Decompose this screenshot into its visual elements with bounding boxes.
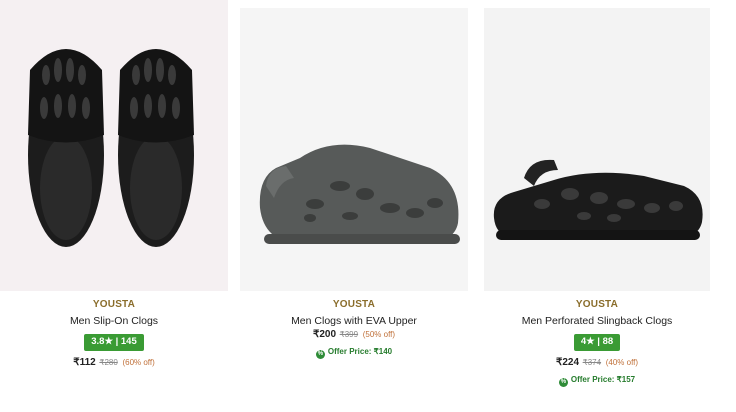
brand-name: YOUSTA — [92, 299, 136, 310]
price: ₹112 — [73, 357, 96, 368]
discount: (50% off) — [362, 330, 396, 339]
rating-badge[interactable]: 4★ | 88 — [573, 334, 621, 351]
brand-name: YOUSTA — [575, 299, 619, 310]
offer-price: Offer Price: ₹157 — [570, 375, 636, 384]
product-card[interactable]: YOUSTA Men Clogs with EVA Upper ₹200 ₹39… — [240, 0, 468, 412]
offer-tag-icon: % — [558, 378, 568, 387]
product-photo-icon — [493, 159, 703, 240]
product-photo-icon — [28, 49, 194, 247]
price-row: ₹224 ₹374 (40% off) — [484, 357, 710, 369]
product-image[interactable] — [484, 8, 710, 291]
offer-price-row: % Offer Price: ₹140 — [240, 346, 468, 359]
product-name[interactable]: Men Slip-On Clogs — [0, 315, 228, 328]
product-card[interactable]: YOUSTA Men Slip-On Clogs 3.8★ | 145 ₹112… — [0, 0, 228, 412]
price-row: ₹112 ₹280 (60% off) — [0, 357, 228, 369]
brand-name: YOUSTA — [332, 299, 376, 310]
mrp: ₹399 — [339, 330, 359, 339]
rating-badge[interactable]: 3.8★ | 145 — [84, 334, 144, 351]
offer-tag-icon: % — [315, 350, 325, 359]
price: ₹224 — [555, 357, 579, 368]
product-image[interactable] — [240, 8, 468, 291]
mrp: ₹280 — [99, 358, 118, 367]
product-name[interactable]: Men Perforated Slingback Clogs — [484, 315, 710, 328]
offer-price-row: % Offer Price: ₹157 — [484, 374, 710, 387]
discount: (60% off) — [122, 358, 155, 367]
product-card[interactable]: YOUSTA Men Perforated Slingback Clogs 4★… — [484, 0, 710, 412]
price: ₹200 — [312, 329, 336, 340]
product-image[interactable] — [0, 0, 228, 291]
price-row: ₹200 ₹399 (50% off) — [240, 329, 468, 341]
mrp: ₹374 — [582, 358, 602, 367]
offer-price: Offer Price: ₹140 — [327, 347, 393, 356]
discount: (40% off) — [605, 358, 639, 367]
product-photo-icon — [259, 144, 460, 244]
product-name[interactable]: Men Clogs with EVA Upper — [240, 315, 468, 328]
